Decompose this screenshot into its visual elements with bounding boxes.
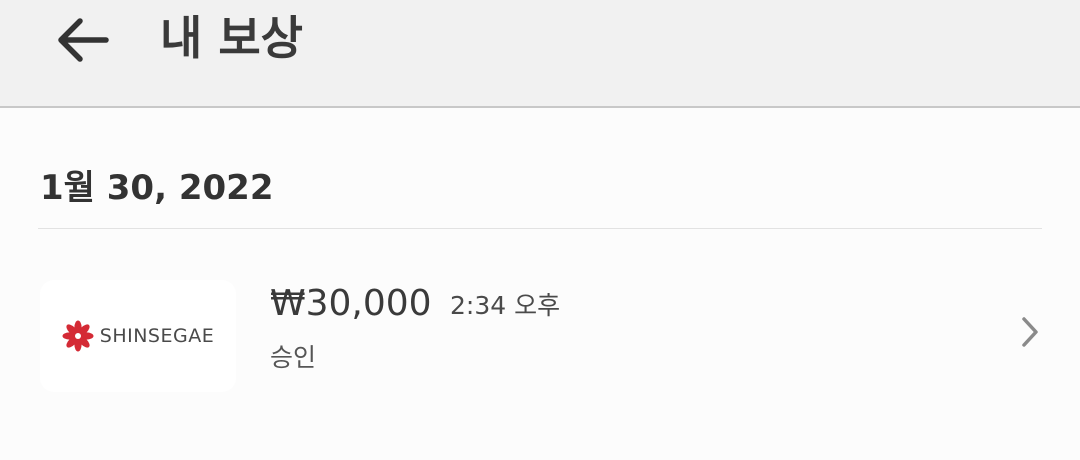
section-date-header: 1월 30, 2022	[40, 168, 274, 208]
chevron-right-icon	[1014, 312, 1046, 352]
reward-amount: ₩30,000	[270, 283, 432, 324]
merchant-logo: SHINSEGAE	[40, 280, 236, 392]
arrow-left-icon	[58, 18, 109, 62]
reward-list-item[interactable]: SHINSEGAE ₩30,000 2:34 오후 승인	[0, 268, 1080, 400]
page-title: 내 보상	[160, 11, 303, 65]
section-divider	[38, 228, 1042, 229]
shinsegae-flower-icon	[62, 320, 94, 352]
reward-status: 승인	[270, 343, 317, 372]
merchant-logo-text: SHINSEGAE	[99, 325, 215, 347]
reward-time: 2:34 오후	[450, 291, 561, 320]
back-button[interactable]	[40, 0, 124, 80]
app-bar: 내 보상	[0, 0, 1080, 108]
